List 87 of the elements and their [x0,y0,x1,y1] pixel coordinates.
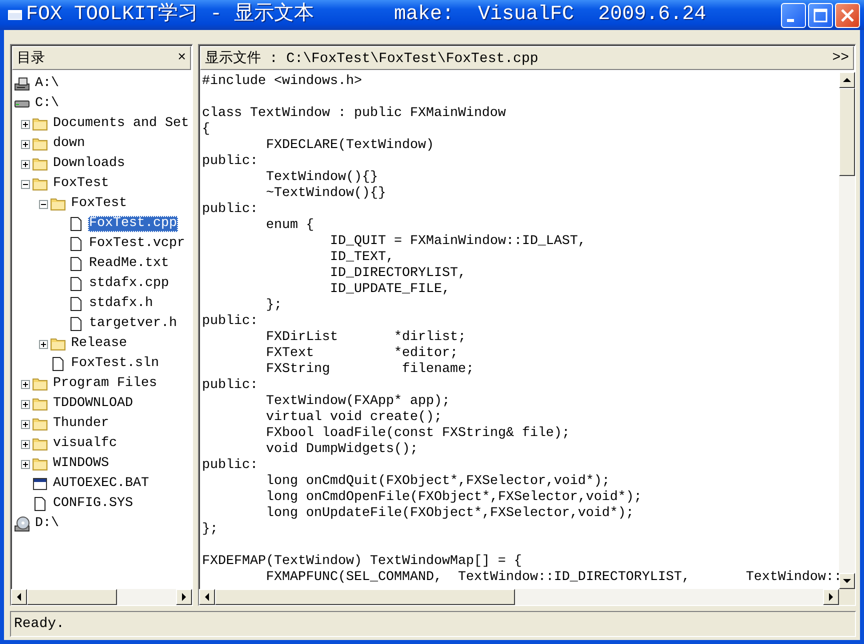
folder-icon [32,416,48,432]
down-arrow-icon [843,578,851,584]
file-icon [32,496,48,512]
maximize-button[interactable] [808,2,833,28]
tree-item[interactable]: FoxTest [52,176,110,192]
scroll-thumb[interactable] [839,88,855,176]
scrollbar-corner [839,589,855,606]
folder-icon [50,196,66,212]
folder-icon [32,116,48,132]
expander-icon[interactable] [21,420,30,428]
scroll-thumb[interactable] [215,589,515,606]
tree-item[interactable]: AUTOEXEC.BAT [52,476,150,492]
tree-item[interactable]: stdafx.h [88,296,154,312]
tree-item[interactable]: C:\ [34,96,60,112]
expander-icon[interactable] [21,160,30,168]
panel-title: 目录 [17,50,45,67]
folder-icon [32,156,48,172]
scroll-right-button[interactable] [823,589,839,606]
window-icon [32,476,48,492]
scroll-thumb[interactable] [27,589,117,606]
tree-item[interactable]: Thunder [52,416,110,432]
scroll-left-button[interactable] [11,589,27,606]
up-arrow-icon [843,77,851,83]
close-button[interactable] [835,2,860,28]
expander-icon[interactable] [21,140,30,148]
tree-item[interactable]: A:\ [34,76,60,92]
left-arrow-icon [204,593,210,602]
expander-icon[interactable] [39,200,48,208]
expander-icon[interactable] [21,440,30,448]
file-icon [68,256,84,272]
tree-item[interactable]: stdafx.cpp [88,276,170,292]
tree-item[interactable]: WINDOWS [52,456,110,472]
folder-icon [32,376,48,392]
expand-button[interactable]: >> [830,50,851,66]
expander-icon[interactable] [21,400,30,408]
tree-item[interactable]: FoxTest [70,196,128,212]
cd-drive-icon [14,516,30,532]
tree-item[interactable]: targetver.h [88,316,178,332]
tree-item[interactable]: ReadMe.txt [88,256,170,272]
scroll-down-button[interactable] [839,573,855,590]
tree-item[interactable]: FoxTest.vcpr [88,236,186,252]
scroll-left-button[interactable] [199,589,215,606]
tree-item[interactable]: FoxTest.cpp [88,216,178,232]
right-arrow-icon [181,593,187,602]
tree-item[interactable]: Program Files [52,376,158,392]
vertical-scrollbar[interactable] [839,72,855,590]
minimize-icon [787,18,794,22]
folder-icon [32,436,48,452]
file-icon [68,216,84,232]
file-icon [68,236,84,252]
left-arrow-icon [16,593,22,602]
scroll-up-button[interactable] [839,72,855,88]
horizontal-scrollbar[interactable] [199,589,839,606]
floppy-drive-icon [14,76,30,92]
right-arrow-icon [828,593,834,602]
expander-icon[interactable] [39,340,48,348]
window-subtitle: make: VisualFC 2009.6.24 [394,3,706,27]
horizontal-scrollbar[interactable] [11,589,192,606]
folder-icon [50,336,66,352]
folder-icon [32,396,48,412]
file-icon [68,316,84,332]
file-icon [68,276,84,292]
expander-icon[interactable] [21,180,30,188]
file-icon [50,356,66,372]
status-text: Ready. [14,616,64,632]
tree-item[interactable]: D:\ [34,516,60,532]
tree-item[interactable]: CONFIG.SYS [52,496,134,512]
expander-icon[interactable] [21,380,30,388]
scroll-right-button[interactable] [176,589,192,606]
folder-icon [32,176,48,192]
expander-icon[interactable] [21,120,30,128]
expander-icon[interactable] [21,460,30,468]
tree-item[interactable]: Downloads [52,156,126,172]
tree-item[interactable]: Release [70,336,128,352]
file-icon [68,296,84,312]
window-title: FOX TOOLKIT学习 - 显示文本 [26,3,314,27]
folder-icon [32,136,48,152]
tree-item[interactable]: TDDOWNLOAD [52,396,134,412]
tree-item[interactable]: down [52,136,86,152]
code-text[interactable]: #include <windows.h> class TextWindow : public FXMainWindow { FXDECLARE(TextWindow) public: TextWindow(){} ~TextWindow(){} public: enum { ID_QUIT = FXMainWindow::ID_LAST, ID_TEXT, ID_DIRECTORYLIST, ID_UPDATE_FILE, }; public: FXDirList *dirlist; FXText *editor; FXString filename; public: TextWindow(FXApp* app); virtual void create(); FXbool loadFile(const FXString& file); void DumpWidgets(); public: long onCmdQuit(FXObject*,FXSelector,void*); long onCmdOpenFile(FXObject*,FXSelector,void*); long onUpdateFile(FXObject*,FXSelector,void*); }; FXDEFMAP(TextWindow) TextWindowMap[] = { FXMAPFUNC(SEL_COMMAND, TextWindow::ID_DIRECTORYLIST, TextWindow:: [199,72,839,590]
close-button[interactable]: × [176,50,188,66]
panel-title: 显示文件 : C:\FoxTest\FoxTest\FoxTest.cpp [205,49,538,67]
folder-icon [32,456,48,472]
tree-item[interactable]: visualfc [52,436,118,452]
tree-item[interactable]: Documents and Set [52,116,190,132]
minimize-button[interactable] [781,2,806,28]
tree-item[interactable]: FoxTest.sln [70,356,160,372]
